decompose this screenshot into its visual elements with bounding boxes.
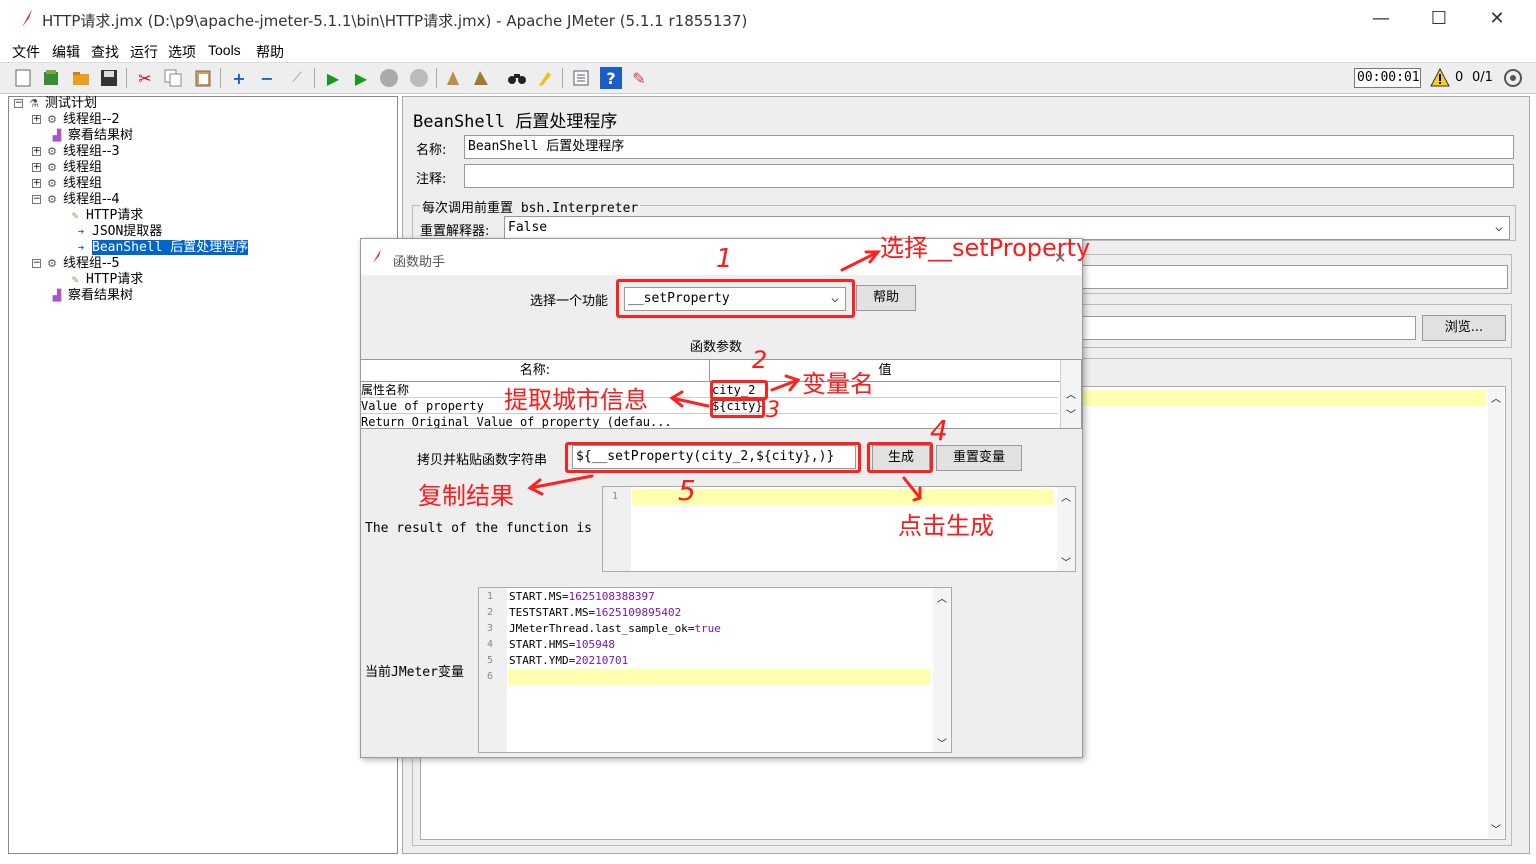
arrow-generate — [902, 476, 922, 500]
annotation-variable-name: 变量名 — [802, 370, 874, 398]
annotation-copy-result: 复制结果 — [418, 482, 514, 510]
annotation-arrows — [527, 250, 922, 502]
annotation-step-1: 1 — [716, 244, 733, 274]
annotation-select-function: 选择__setProperty — [880, 234, 1091, 262]
annotation-step-5: 5 — [678, 474, 696, 507]
annotation-step-2: 2 — [752, 346, 768, 374]
annotation-extract-city: 提取城市信息 — [504, 386, 648, 414]
annotation-step-4: 4 — [930, 414, 948, 447]
annotation-step-3: 3 — [766, 398, 780, 423]
annotation-click-generate: 点击生成 — [898, 512, 994, 540]
